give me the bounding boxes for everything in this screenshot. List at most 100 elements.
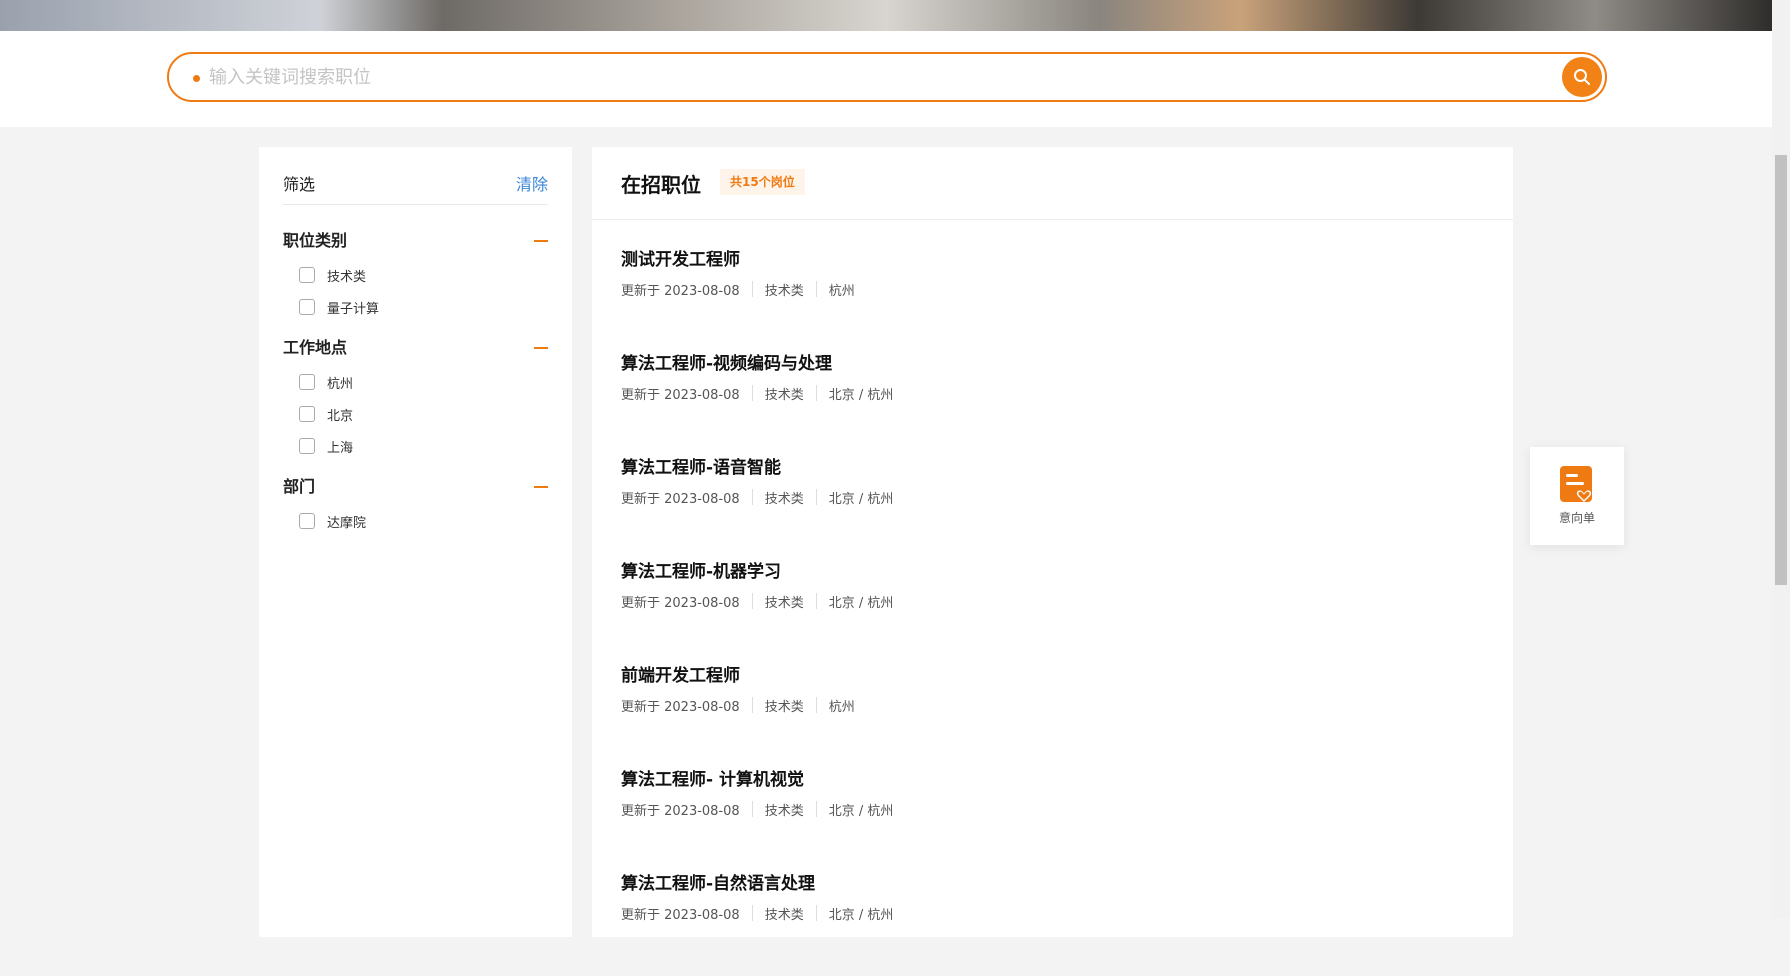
job-category: 技术类	[764, 907, 804, 923]
filter-group-title: 部门	[283, 477, 316, 496]
job-location: 北京 / 杭州	[828, 387, 894, 403]
job-title[interactable]: 测试开发工程师	[621, 248, 1484, 272]
job-title[interactable]: 算法工程师- 计算机视觉	[621, 768, 1484, 792]
wishlist-heart-icon	[1560, 466, 1592, 502]
job-location: 北京 / 杭州	[828, 803, 894, 819]
job-item[interactable]: 测试开发工程师 更新于 2023-08-08 技术类 杭州	[621, 248, 1484, 352]
filter-option[interactable]: 杭州	[283, 366, 548, 398]
hero-banner	[0, 0, 1772, 31]
meta-divider	[751, 593, 753, 609]
filter-panel: 筛选 清除 职位类别 技术类 量子计算 工作地点 杭州 北京 上海 部门 达摩院	[259, 147, 572, 937]
job-meta: 更新于 2023-08-08 技术类 北京 / 杭州	[621, 592, 1484, 611]
job-category: 技术类	[764, 491, 804, 507]
job-title[interactable]: 算法工程师-自然语言处理	[621, 872, 1484, 896]
job-meta: 更新于 2023-08-08 技术类 杭州	[621, 696, 1484, 715]
filter-group-department: 部门 达摩院	[283, 475, 548, 537]
job-updated: 更新于 2023-08-08	[621, 595, 740, 611]
job-meta: 更新于 2023-08-08 技术类 北京 / 杭州	[621, 800, 1484, 819]
collapse-icon[interactable]	[534, 486, 548, 488]
meta-divider	[815, 593, 817, 609]
page-title: 在招职位	[621, 173, 701, 197]
checkbox[interactable]	[299, 374, 315, 390]
job-location: 北京 / 杭州	[828, 491, 894, 507]
job-meta: 更新于 2023-08-08 技术类 北京 / 杭州	[621, 904, 1484, 923]
filter-option-label: 北京	[327, 408, 354, 424]
search-box[interactable]	[167, 52, 1607, 102]
meta-divider	[751, 489, 753, 505]
job-item[interactable]: 算法工程师-语音智能 更新于 2023-08-08 技术类 北京 / 杭州	[621, 456, 1484, 560]
job-category: 技术类	[764, 595, 804, 611]
wishlist-button[interactable]: 意向单	[1530, 447, 1624, 545]
filter-option[interactable]: 量子计算	[283, 291, 548, 323]
job-meta: 更新于 2023-08-08 技术类 北京 / 杭州	[621, 384, 1484, 403]
filter-option[interactable]: 技术类	[283, 259, 548, 291]
job-item[interactable]: 算法工程师-视频编码与处理 更新于 2023-08-08 技术类 北京 / 杭州	[621, 352, 1484, 456]
meta-divider	[751, 801, 753, 817]
meta-divider	[751, 385, 753, 401]
collapse-icon[interactable]	[534, 240, 548, 242]
filter-option-label: 技术类	[327, 269, 367, 285]
search-input[interactable]	[207, 60, 1507, 94]
filter-option-label: 上海	[327, 440, 354, 456]
job-list-panel: 在招职位 共15个岗位 测试开发工程师 更新于 2023-08-08 技术类 杭…	[592, 147, 1513, 937]
checkbox[interactable]	[299, 513, 315, 529]
job-item[interactable]: 前端开发工程师 更新于 2023-08-08 技术类 杭州	[621, 664, 1484, 768]
job-updated: 更新于 2023-08-08	[621, 283, 740, 299]
search-button[interactable]	[1562, 57, 1602, 97]
job-title[interactable]: 算法工程师-机器学习	[621, 560, 1484, 584]
job-updated: 更新于 2023-08-08	[621, 907, 740, 923]
job-category: 技术类	[764, 283, 804, 299]
meta-divider	[751, 697, 753, 713]
job-location: 北京 / 杭州	[828, 595, 894, 611]
job-location: 杭州	[828, 699, 855, 715]
meta-divider	[815, 801, 817, 817]
scrollbar-thumb[interactable]	[1775, 155, 1787, 585]
job-category: 技术类	[764, 387, 804, 403]
job-title[interactable]: 前端开发工程师	[621, 664, 1484, 688]
job-item[interactable]: 算法工程师-机器学习 更新于 2023-08-08 技术类 北京 / 杭州	[621, 560, 1484, 664]
filter-option-label: 杭州	[327, 376, 354, 392]
filter-title: 筛选	[283, 175, 316, 194]
filter-option[interactable]: 北京	[283, 398, 548, 430]
clear-filters-link[interactable]: 清除	[516, 171, 548, 195]
job-count-badge: 共15个岗位	[720, 169, 805, 195]
filter-group-title: 职位类别	[283, 231, 348, 250]
checkbox[interactable]	[299, 299, 315, 315]
meta-divider	[815, 489, 817, 505]
filter-option[interactable]: 上海	[283, 430, 548, 462]
search-dot-icon	[193, 75, 200, 82]
meta-divider	[815, 697, 817, 713]
filter-group-category: 职位类别 技术类 量子计算	[283, 229, 548, 323]
job-title[interactable]: 算法工程师-语音智能	[621, 456, 1484, 480]
job-meta: 更新于 2023-08-08 技术类 杭州	[621, 280, 1484, 299]
job-item[interactable]: 算法工程师- 计算机视觉 更新于 2023-08-08 技术类 北京 / 杭州	[621, 768, 1484, 872]
job-category: 技术类	[764, 699, 804, 715]
job-location: 杭州	[828, 283, 855, 299]
meta-divider	[815, 281, 817, 297]
job-updated: 更新于 2023-08-08	[621, 699, 740, 715]
meta-divider	[815, 905, 817, 921]
job-list-header: 在招职位 共15个岗位	[592, 147, 1513, 220]
filter-group-location: 工作地点 杭州 北京 上海	[283, 336, 548, 462]
checkbox[interactable]	[299, 406, 315, 422]
filter-option-label: 量子计算	[327, 301, 380, 317]
checkbox[interactable]	[299, 267, 315, 283]
job-category: 技术类	[764, 803, 804, 819]
job-updated: 更新于 2023-08-08	[621, 491, 740, 507]
wishlist-label: 意向单	[1558, 511, 1595, 525]
filter-group-title: 工作地点	[283, 338, 348, 357]
filter-header: 筛选 清除	[283, 171, 548, 205]
job-list: 测试开发工程师 更新于 2023-08-08 技术类 杭州 算法工程师-视频编码…	[621, 248, 1484, 976]
job-updated: 更新于 2023-08-08	[621, 803, 740, 819]
job-meta: 更新于 2023-08-08 技术类 北京 / 杭州	[621, 488, 1484, 507]
meta-divider	[751, 905, 753, 921]
collapse-icon[interactable]	[534, 347, 548, 349]
checkbox[interactable]	[299, 438, 315, 454]
job-item[interactable]: 算法工程师-自然语言处理 更新于 2023-08-08 技术类 北京 / 杭州	[621, 872, 1484, 976]
job-title[interactable]: 算法工程师-视频编码与处理	[621, 352, 1484, 376]
job-location: 北京 / 杭州	[828, 907, 894, 923]
filter-option[interactable]: 达摩院	[283, 505, 548, 537]
search-icon	[1574, 69, 1590, 85]
meta-divider	[751, 281, 753, 297]
search-band	[0, 31, 1772, 127]
